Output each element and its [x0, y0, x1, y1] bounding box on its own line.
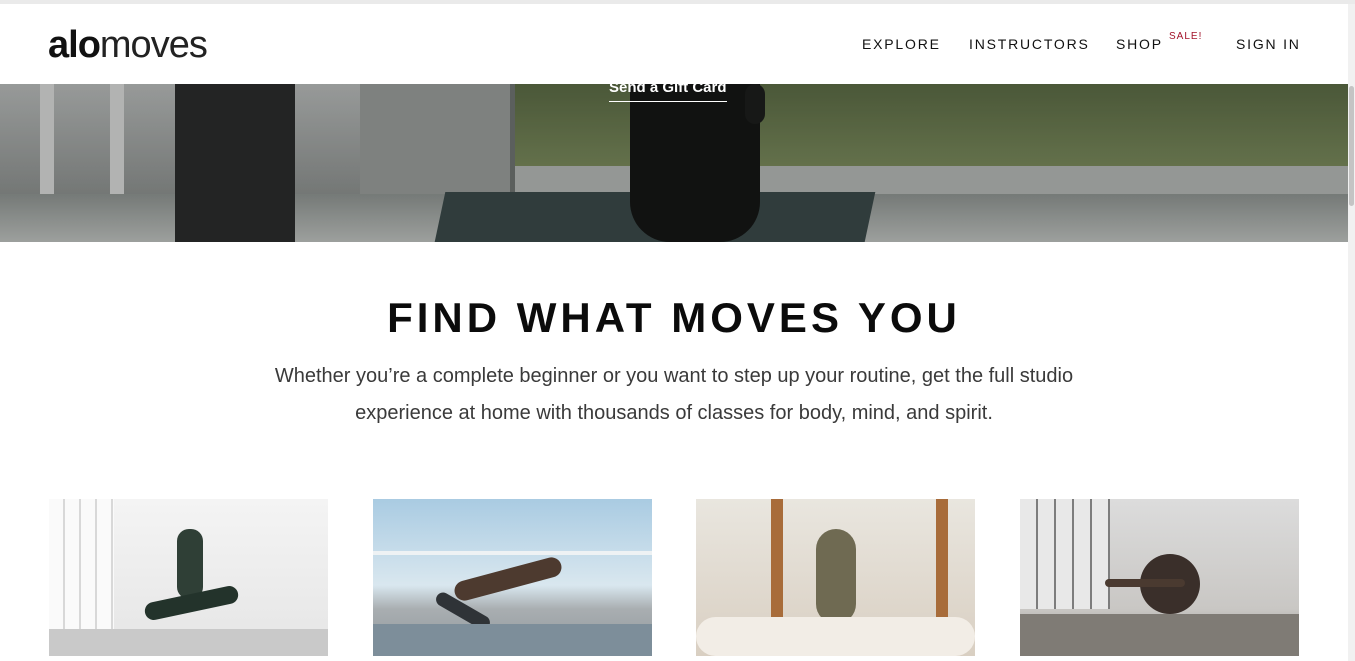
section-title: FIND WHAT MOVES YOU	[387, 294, 961, 341]
scrollbar-thumb[interactable]	[1349, 86, 1354, 206]
nav-instructors[interactable]: INSTRUCTORS	[969, 36, 1090, 52]
class-card-2[interactable]	[373, 499, 652, 656]
nav-explore[interactable]: EXPLORE	[862, 36, 941, 52]
class-card-3[interactable]	[696, 499, 975, 656]
section-description: Whether you’re a complete beginner or yo…	[224, 358, 1124, 432]
logo-alo: alo	[48, 24, 101, 66]
logo-moves: moves	[99, 24, 208, 66]
class-card-4[interactable]	[1020, 499, 1299, 656]
description-line-2: experience at home with thousands of cla…	[355, 402, 993, 424]
nav-shop[interactable]: SHOP	[1116, 36, 1163, 52]
nav-sign-in[interactable]: SIGN IN	[1236, 36, 1301, 52]
class-card-1[interactable]	[49, 499, 328, 656]
site-header: alomoves EXPLORE INSTRUCTORS SHOP SALE! …	[0, 4, 1348, 84]
description-line-1: Whether you’re a complete beginner or yo…	[274, 365, 1074, 387]
alo-moves-logo[interactable]: alomoves	[48, 24, 208, 67]
hero-image	[0, 84, 1348, 242]
sale-badge: SALE!	[1169, 31, 1203, 42]
